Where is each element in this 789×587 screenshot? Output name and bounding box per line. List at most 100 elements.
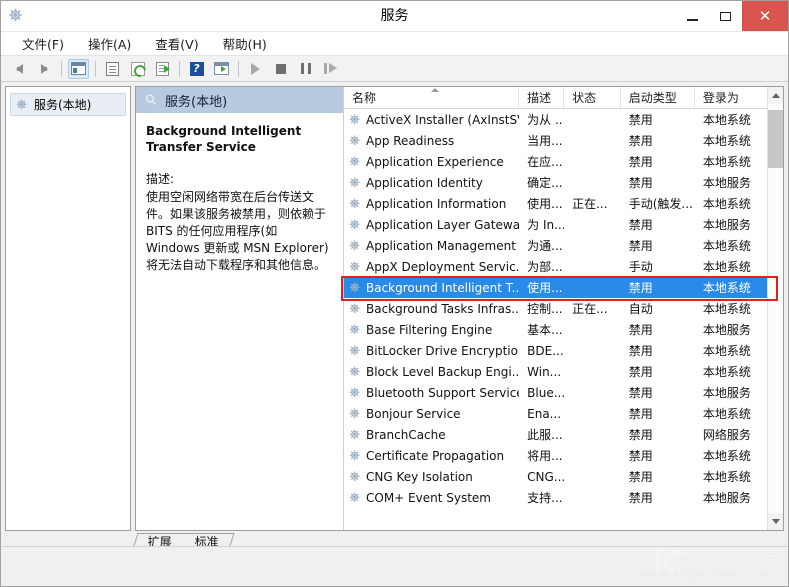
service-startup-type-cell: 禁用 xyxy=(628,239,653,253)
service-gear-icon xyxy=(348,134,362,148)
service-logon-as-cell: 本地系统 xyxy=(702,365,751,379)
table-row[interactable]: Bluetooth Support Service Blue... 禁用 本地服务 xyxy=(344,382,767,403)
table-row[interactable]: BranchCache 此服... 禁用 网络服务 xyxy=(344,424,767,445)
tree-node-services-local[interactable]: 服务(本地) xyxy=(10,93,126,116)
service-gear-icon xyxy=(348,260,362,274)
service-name-cell: Application Information xyxy=(344,197,519,211)
toolbar-separator xyxy=(179,60,180,77)
menu-bar: 文件(F) 操作(A) 查看(V) 帮助(H) xyxy=(1,32,788,56)
menu-file[interactable]: 文件(F) xyxy=(13,32,73,55)
column-header-startup-type[interactable]: 启动类型 xyxy=(621,87,695,108)
menu-action[interactable]: 操作(A) xyxy=(79,32,140,55)
back-arrow-icon[interactable] xyxy=(9,59,30,79)
minimize-button[interactable] xyxy=(676,1,709,31)
service-logon-as-cell: 本地服务 xyxy=(702,218,751,232)
table-row[interactable]: Application Management 为通... 禁用 本地系统 xyxy=(344,235,767,256)
service-name-cell: AppX Deployment Servic... xyxy=(344,260,519,274)
scroll-down-button[interactable] xyxy=(768,513,783,530)
column-header-logon-as-label: 登录为 xyxy=(702,91,739,105)
service-name-cell: Bonjour Service xyxy=(344,407,519,421)
close-button[interactable]: ✕ xyxy=(742,1,788,31)
chevron-down-icon xyxy=(771,519,780,524)
service-description-cell: 确定... xyxy=(527,176,563,190)
forward-arrow-icon[interactable] xyxy=(34,59,55,79)
service-logon-as-cell: 本地服务 xyxy=(702,323,751,337)
service-logon-as-cell: 本地系统 xyxy=(702,134,751,148)
refresh-icon[interactable] xyxy=(127,59,148,79)
table-row[interactable]: Background Intelligent T... 使用... 禁用 本地系统 xyxy=(344,277,767,298)
table-row[interactable]: Bonjour Service Ena... 禁用 本地系统 xyxy=(344,403,767,424)
service-status-cell: 正在... xyxy=(572,302,608,316)
service-name-label: Bonjour Service xyxy=(366,406,461,421)
service-name-label: Application Experience xyxy=(366,154,504,169)
console-view-icon[interactable] xyxy=(211,59,232,79)
service-gear-icon xyxy=(348,365,362,379)
table-row[interactable]: Block Level Backup Engi... Win... 禁用 本地系统 xyxy=(344,361,767,382)
table-row[interactable]: BitLocker Drive Encryptio... BDE... 禁用 本地系统 xyxy=(344,340,767,361)
maximize-button[interactable] xyxy=(709,1,742,31)
service-logon-as-cell: 本地系统 xyxy=(702,470,751,484)
table-row[interactable]: AppX Deployment Servic... 为部... 手动 本地系统 xyxy=(344,256,767,277)
window-title: 服务 xyxy=(380,8,409,24)
pause-service-icon[interactable] xyxy=(295,59,316,79)
table-row[interactable]: COM+ Event System 支持... 禁用 本地服务 xyxy=(344,487,767,508)
table-row[interactable]: App Readiness 当用... 禁用 本地系统 xyxy=(344,130,767,151)
service-name-label: Application Layer Gatewa... xyxy=(366,217,520,232)
maximize-icon xyxy=(720,11,731,21)
table-row[interactable]: Application Information 使用... 正在... 手动(触发..… xyxy=(344,193,767,214)
service-name-cell: Application Management xyxy=(344,239,519,253)
service-startup-type-cell: 禁用 xyxy=(628,113,653,127)
properties-icon[interactable] xyxy=(102,59,123,79)
service-logon-as-cell: 本地系统 xyxy=(702,260,751,274)
start-service-icon[interactable] xyxy=(245,59,266,79)
table-row[interactable]: Background Tasks Infras... 控制... 正在... 自动 本地… xyxy=(344,298,767,319)
column-header-name[interactable]: 名称 xyxy=(344,87,520,108)
restart-service-icon[interactable] xyxy=(320,59,341,79)
table-row[interactable]: Certificate Propagation 将用... 禁用 本地系统 xyxy=(344,445,767,466)
vertical-scrollbar[interactable] xyxy=(767,87,783,530)
service-startup-type-cell: 禁用 xyxy=(628,218,653,232)
scroll-up-button[interactable] xyxy=(768,87,783,104)
service-startup-type-cell: 禁用 xyxy=(628,491,653,505)
service-name-label: Application Management xyxy=(366,238,516,253)
service-startup-type-cell: 禁用 xyxy=(628,323,653,337)
service-description-cell: 为 In... xyxy=(527,218,565,232)
service-logon-as-cell: 本地服务 xyxy=(702,491,751,505)
service-logon-as-cell: 本地服务 xyxy=(702,386,751,400)
service-name-cell: Application Experience xyxy=(344,155,519,169)
column-header-description[interactable]: 描述 xyxy=(519,87,565,108)
service-description-cell: Win... xyxy=(527,364,562,379)
table-row[interactable]: Application Identity 确定... 禁用 本地服务 xyxy=(344,172,767,193)
column-header-startup-type-label: 启动类型 xyxy=(628,91,677,105)
table-row[interactable]: Application Experience 在应... 禁用 本地系统 xyxy=(344,151,767,172)
service-name-label: Block Level Backup Engi... xyxy=(366,364,520,379)
service-gear-icon xyxy=(348,449,362,463)
scrollbar-track[interactable] xyxy=(768,104,783,513)
toolbar-separator xyxy=(95,60,96,77)
table-row[interactable]: Application Layer Gatewa... 为 In... 禁用 本地服务 xyxy=(344,214,767,235)
console-tree-pane: 服务(本地) xyxy=(5,86,131,531)
stop-service-icon[interactable] xyxy=(270,59,291,79)
table-row[interactable]: Base Filtering Engine 基本... 禁用 本地服务 xyxy=(344,319,767,340)
service-description-cell: 为通... xyxy=(527,239,563,253)
table-row[interactable]: ActiveX Installer (AxInstSV) 为从 ... 禁用 本地系统 xyxy=(344,109,767,130)
menu-help[interactable]: 帮助(H) xyxy=(214,32,276,55)
scrollbar-thumb[interactable] xyxy=(768,110,783,168)
service-name-label: COM+ Event System xyxy=(366,490,491,505)
menu-view[interactable]: 查看(V) xyxy=(146,32,207,55)
column-header-status[interactable]: 状态 xyxy=(564,87,621,108)
service-gear-icon xyxy=(348,197,362,211)
show-hide-tree-icon[interactable] xyxy=(68,58,89,79)
service-gear-icon xyxy=(348,407,362,421)
service-gear-icon xyxy=(348,281,362,295)
service-logon-as-cell: 网络服务 xyxy=(702,428,751,442)
table-row[interactable]: CNG Key Isolation CNG... 禁用 本地系统 xyxy=(344,466,767,487)
service-description-cell: 控制... xyxy=(527,302,563,316)
column-header-logon-as[interactable]: 登录为 xyxy=(695,87,767,108)
service-name-label: Certificate Propagation xyxy=(366,448,505,463)
service-gear-icon xyxy=(348,113,362,127)
export-list-icon[interactable] xyxy=(152,59,173,79)
service-name-cell: Block Level Backup Engi... xyxy=(344,365,519,379)
detail-service-title: Background Intelligent Transfer Service xyxy=(146,124,302,154)
help-icon[interactable]: ? xyxy=(186,59,207,79)
